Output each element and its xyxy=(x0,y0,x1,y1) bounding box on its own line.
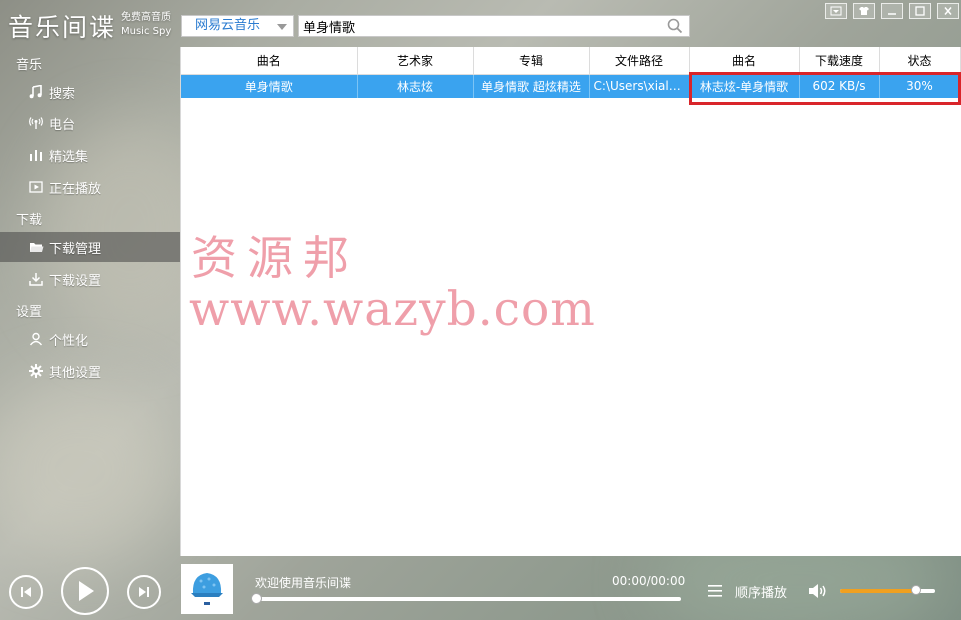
sidebar: 音乐 搜索 电台 精选集 正在播放 下载 下载管理 下载设置 设置 个性化 其他… xyxy=(0,46,180,556)
play-button[interactable] xyxy=(61,567,109,615)
progress-bar[interactable] xyxy=(251,593,681,604)
title-bar: 音乐间谍 免费高音质 Music Spy 网易云音乐 xyxy=(0,0,961,46)
previous-icon xyxy=(21,587,31,597)
sidebar-section-download: 下载 xyxy=(16,213,43,228)
cell-title: 单身情歌 xyxy=(181,74,358,98)
shirt-icon xyxy=(859,7,869,15)
sidebar-item-label: 下载管理 xyxy=(49,241,102,257)
column-header-artist[interactable]: 艺术家 xyxy=(357,47,474,75)
source-select[interactable]: 网易云音乐 xyxy=(181,15,294,37)
volume-knob[interactable] xyxy=(911,585,921,595)
volume-fill xyxy=(840,589,916,593)
download-table: 曲名 艺术家 专辑 文件路径 曲名 下载速度 状态 单身情歌 林志炫 单身情歌 … xyxy=(181,47,961,98)
sidebar-item-other-settings[interactable]: 其他设置 xyxy=(0,356,180,386)
bars-icon xyxy=(28,147,44,163)
sidebar-item-personalize[interactable]: 个性化 xyxy=(0,324,180,354)
column-header-title[interactable]: 曲名 xyxy=(181,47,358,75)
app-subtitle-line1: 免费高音质 xyxy=(121,12,171,23)
time-display: 00:00/00:00 xyxy=(612,574,686,588)
app-subtitle: 免费高音质 Music Spy xyxy=(121,11,171,39)
cell-path: C:\Users\xiale... xyxy=(589,74,690,98)
sidebar-section-music: 音乐 xyxy=(16,58,43,73)
sidebar-item-collection[interactable]: 精选集 xyxy=(0,140,180,170)
next-button[interactable] xyxy=(127,575,161,609)
sidebar-item-download-manager[interactable]: 下载管理 xyxy=(0,232,180,262)
player-bar: 欢迎使用音乐间谍 00:00/00:00 顺序播放 xyxy=(0,556,961,620)
column-header-speed[interactable]: 下载速度 xyxy=(799,47,880,75)
album-art[interactable] xyxy=(181,564,233,614)
table-row[interactable]: 单身情歌 林志炫 单身情歌 超炫精选 C:\Users\xiale... 林志炫… xyxy=(181,74,961,98)
next-icon xyxy=(139,587,149,597)
play-icon xyxy=(79,581,94,601)
sidebar-item-label: 精选集 xyxy=(49,149,89,165)
watermark-url: www.wazyb.com xyxy=(189,282,596,337)
menu-icon xyxy=(830,6,842,16)
download-icon xyxy=(28,271,44,287)
search-box xyxy=(298,15,690,37)
sidebar-item-download-settings[interactable]: 下载设置 xyxy=(0,264,180,294)
close-button[interactable] xyxy=(937,3,959,19)
watermark-text: 资源邦 xyxy=(191,231,359,285)
sidebar-item-label: 其他设置 xyxy=(49,365,102,381)
sidebar-section-settings: 设置 xyxy=(16,305,43,320)
chevron-down-icon xyxy=(277,24,287,30)
cell-filename: 林志炫-单身情歌 xyxy=(689,74,800,98)
play-box-icon xyxy=(28,179,44,195)
column-header-filename[interactable]: 曲名 xyxy=(689,47,800,75)
sidebar-item-now-playing[interactable]: 正在播放 xyxy=(0,172,180,202)
column-header-status[interactable]: 状态 xyxy=(879,47,961,75)
sidebar-item-radio[interactable]: 电台 xyxy=(0,108,180,138)
progress-knob[interactable] xyxy=(251,593,262,604)
radio-icon xyxy=(28,115,44,131)
volume-slider[interactable] xyxy=(840,585,935,595)
now-playing-text: 欢迎使用音乐间谍 xyxy=(255,576,352,590)
folder-icon xyxy=(28,239,44,255)
sidebar-item-label: 电台 xyxy=(49,117,76,133)
playlist-mode-icon[interactable] xyxy=(707,584,723,598)
cell-album: 单身情歌 超炫精选 xyxy=(473,74,590,98)
window-controls xyxy=(825,3,959,19)
album-cover-icon xyxy=(191,573,223,605)
sidebar-item-label: 正在播放 xyxy=(49,181,102,197)
gear-icon xyxy=(28,363,44,379)
column-header-album[interactable]: 专辑 xyxy=(473,47,590,75)
close-icon xyxy=(944,7,952,15)
maximize-icon xyxy=(915,6,925,16)
app-subtitle-line2: Music Spy xyxy=(121,26,172,37)
table-header-row: 曲名 艺术家 专辑 文件路径 曲名 下载速度 状态 xyxy=(181,47,961,75)
cell-speed: 602 KB/s xyxy=(799,74,880,98)
play-mode-label[interactable]: 顺序播放 xyxy=(735,582,787,601)
previous-button[interactable] xyxy=(9,575,43,609)
sidebar-item-label: 搜索 xyxy=(49,86,76,102)
source-select-value: 网易云音乐 xyxy=(195,18,261,33)
maximize-button[interactable] xyxy=(909,3,931,19)
person-icon xyxy=(28,331,44,347)
music-note-icon xyxy=(28,84,44,100)
column-header-path[interactable]: 文件路径 xyxy=(589,47,690,75)
sidebar-item-label: 个性化 xyxy=(49,333,89,349)
minimize-icon xyxy=(888,13,896,15)
skin-button[interactable] xyxy=(853,3,875,19)
sidebar-item-label: 下载设置 xyxy=(49,273,102,289)
search-icon[interactable] xyxy=(667,18,683,34)
download-list-panel: 曲名 艺术家 专辑 文件路径 曲名 下载速度 状态 单身情歌 林志炫 单身情歌 … xyxy=(180,47,961,556)
menu-button[interactable] xyxy=(825,3,847,19)
app-title: 音乐间谍 xyxy=(8,13,117,42)
cell-status: 30% xyxy=(879,74,961,98)
search-input[interactable] xyxy=(299,16,649,36)
volume-icon[interactable] xyxy=(808,583,828,599)
minimize-button[interactable] xyxy=(881,3,903,19)
sidebar-item-search[interactable]: 搜索 xyxy=(0,77,180,107)
cell-artist: 林志炫 xyxy=(357,74,474,98)
